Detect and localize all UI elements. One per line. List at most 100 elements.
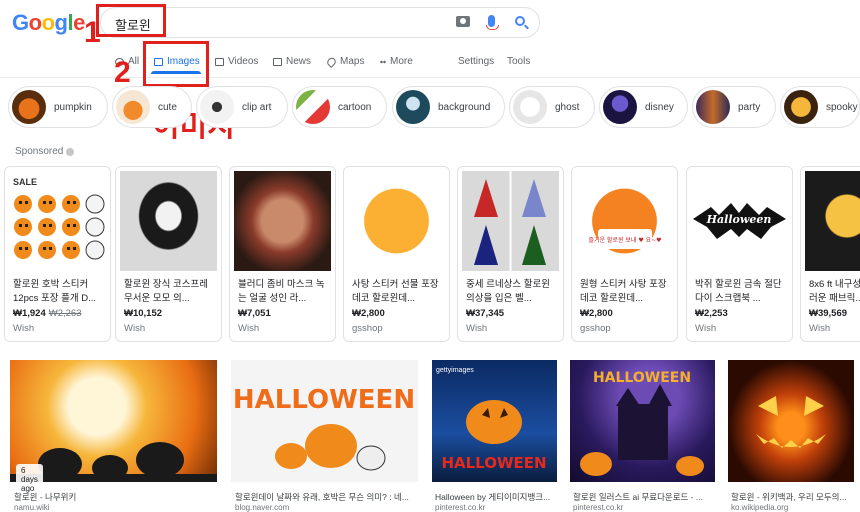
chip-clip-art[interactable]: clip art — [196, 86, 288, 128]
result-image — [728, 360, 854, 482]
product-store: Wish — [13, 323, 35, 334]
info-icon[interactable] — [66, 147, 75, 156]
result-title[interactable]: 할로윈 - 위키백과, 우리 모두의... — [731, 491, 856, 503]
result-source: namu.wiki — [14, 503, 50, 512]
annotation-box-search — [96, 4, 166, 37]
chip-thumbnail — [200, 90, 234, 124]
product-image — [120, 171, 217, 271]
search-icon[interactable] — [515, 16, 525, 26]
chip-disney[interactable]: disney — [599, 86, 688, 128]
product-store: Wish — [466, 323, 488, 334]
chip-thumbnail — [696, 90, 730, 124]
product-store: Wish — [238, 323, 260, 334]
sponsored-label: Sponsored — [15, 146, 75, 157]
chip-background[interactable]: background — [392, 86, 505, 128]
product-price: ₩39,569 — [809, 308, 848, 319]
bat-die-image: Halloween — [693, 203, 786, 239]
product-image — [234, 171, 331, 271]
shopping-card[interactable]: 사탕 스티커 선물 포장 데코 할로윈데... ₩2,800 gsshop — [343, 166, 450, 342]
result-image: HALLOWEEN — [570, 360, 715, 482]
result-source: pinterest.co.kr — [573, 503, 624, 512]
product-image: SALE — [9, 171, 106, 271]
tab-more[interactable]: More — [380, 56, 413, 67]
annotation-step-2: 2 — [114, 56, 131, 89]
sticker-image: 즐거운 할로윈 보내 ♥ 요~♥ — [588, 229, 662, 249]
carved-pumpkin-photo — [756, 396, 826, 448]
map-pin-icon — [325, 55, 338, 68]
microphone-icon[interactable] — [486, 15, 499, 30]
halloween-lettering-illustration: HALLOWEEN — [233, 385, 415, 471]
product-price: ₩7,051 — [238, 308, 271, 319]
shopping-card[interactable]: 블러디 좀비 마스크 녹는 얼굴 성인 라... ₩7,051 Wish — [229, 166, 336, 342]
chip-cute[interactable]: cute — [112, 86, 192, 128]
result-title[interactable]: 할로윈 일러스트 ai 무료다운로드 - ... — [573, 491, 715, 503]
shopping-card[interactable]: 중세 르네상스 할로윈 의상을 입은 벨... ₩37,345 Wish — [457, 166, 564, 342]
product-title: 8x6 ft 내구성 러운 패브릭... — [809, 279, 860, 304]
chip-cartoon[interactable]: cartoon — [292, 86, 387, 128]
product-title: 블러디 좀비 마스크 녹는 얼굴 성인 라... — [238, 279, 325, 304]
chip-thumbnail — [296, 90, 330, 124]
chip-thumbnail — [603, 90, 637, 124]
jack-o-lantern-illustration: gettyimages HALLOWEEN — [436, 367, 547, 472]
video-icon — [215, 57, 224, 66]
product-title: 박쥐 할로윈 금속 절단 다이 스크랩북 ... — [695, 279, 782, 304]
product-store: gsshop — [580, 323, 611, 334]
result-title[interactable]: 할로윈데이 날짜와 유래, 호박은 무슨 의미? : 네... — [235, 491, 418, 503]
result-image: gettyimages HALLOWEEN — [432, 360, 557, 482]
annotation-box-images — [143, 41, 209, 87]
news-icon — [273, 57, 282, 66]
shopping-card[interactable]: 즐거운 할로윈 보내 ♥ 요~♥ 원형 스티커 사탕 포장 데코 할로윈데...… — [571, 166, 678, 342]
svg-text:HALLOWEEN: HALLOWEEN — [233, 385, 415, 415]
product-old-price: ₩2,263 — [48, 308, 82, 319]
svg-text:HALLOWEEN: HALLOWEEN — [441, 454, 546, 472]
shopping-card[interactable]: 할로윈 장식 코스프레 무서운 모모 의... ₩10,152 Wish — [115, 166, 222, 342]
search-box[interactable]: 할로윈 — [100, 7, 540, 38]
product-title: 원형 스티커 사탕 포장 데코 할로윈데... — [580, 279, 667, 304]
product-title: 할로윈 장식 코스프레 무서운 모모 의... — [124, 279, 208, 304]
shopping-card[interactable]: SALE 할로윈 호박 스티커 12pcs 포장 플개 D... ₩1,924 … — [4, 166, 111, 342]
chip-ghost[interactable]: ghost — [509, 86, 595, 128]
annotation-step-1: 1 — [84, 16, 101, 49]
product-image — [462, 171, 559, 271]
product-title: 중세 르네상스 할로윈 의상을 입은 벨... — [466, 279, 550, 304]
result-title[interactable]: 할로윈 - 나무위키 — [14, 491, 214, 503]
more-dots-icon — [380, 57, 386, 66]
product-price: ₩1,924 ₩2,263 — [13, 308, 82, 319]
product-store: Wish — [809, 323, 831, 334]
product-image — [805, 171, 860, 271]
product-title: 할로윈 호박 스티커 12pcs 포장 플개 D... — [13, 279, 97, 304]
chip-thumbnail — [116, 90, 150, 124]
result-image: HALLOWEEN — [231, 360, 418, 482]
camera-icon[interactable] — [456, 16, 470, 27]
settings-link[interactable]: Settings — [458, 56, 494, 67]
google-logo[interactable]: Google — [12, 10, 85, 36]
result-source: ko.wikipedia.org — [731, 503, 789, 512]
chip-thumbnail — [396, 90, 430, 124]
shopping-card[interactable]: 8x6 ft 내구성 러운 패브릭... ₩39,569 Wish — [800, 166, 860, 342]
svg-text:gettyimages: gettyimages — [436, 367, 474, 374]
product-price: ₩10,152 — [124, 308, 163, 319]
svg-text:Halloween: Halloween — [706, 213, 772, 226]
product-store: Wish — [695, 323, 717, 334]
result-source: blog.naver.com — [235, 503, 290, 512]
product-price: ₩2,800 — [580, 308, 613, 319]
chip-party[interactable]: party — [692, 86, 776, 128]
tab-maps[interactable]: Maps — [325, 55, 364, 68]
product-price: ₩2,800 — [352, 308, 385, 319]
svg-text:HALLOWEEN: HALLOWEEN — [593, 370, 691, 386]
tab-news[interactable]: News — [273, 56, 311, 67]
shopping-card[interactable]: Halloween 박쥐 할로윈 금속 절단 다이 스크랩북 ... ₩2,25… — [686, 166, 793, 342]
product-store: Wish — [124, 323, 146, 334]
chip-thumbnail — [513, 90, 547, 124]
svg-text:SALE: SALE — [13, 177, 37, 187]
chip-pumpkin[interactable]: pumpkin — [8, 86, 108, 128]
pumpkin-stickers-image: SALE — [13, 177, 105, 260]
tools-link[interactable]: Tools — [507, 56, 530, 67]
tab-videos[interactable]: Videos — [215, 56, 258, 67]
chip-spooky[interactable]: spooky — [780, 86, 860, 128]
product-image: 즐거운 할로윈 보내 ♥ 요~♥ — [576, 171, 673, 271]
related-chips: pumpkin cute clip art cartoon background… — [0, 86, 860, 130]
chip-thumbnail — [12, 90, 46, 124]
result-title[interactable]: Halloween by 게티이미지뱅크... — [435, 491, 557, 503]
product-image: Halloween — [691, 171, 788, 271]
